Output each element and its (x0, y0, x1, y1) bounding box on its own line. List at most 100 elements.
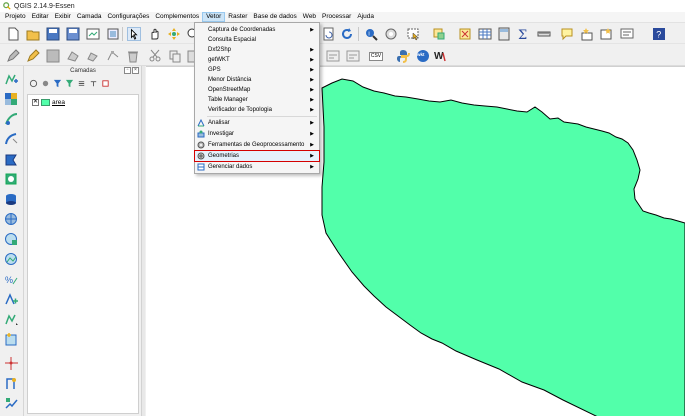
menu-base-de-dados[interactable]: Base de dados (250, 12, 299, 22)
menu-item-table-manager[interactable]: Table Manager ▶ (195, 95, 319, 105)
open-project-icon[interactable] (26, 27, 40, 41)
select-features-icon[interactable] (406, 27, 420, 41)
menu-vetor[interactable]: Vetor (202, 12, 226, 22)
select-pointer-icon[interactable] (127, 27, 141, 41)
menu-item-getwkt[interactable]: getWKT ▶ (195, 55, 319, 65)
menu-camada[interactable]: Camada (74, 12, 105, 22)
menu-item-openstreetmap[interactable]: OpenStreetMap ▶ (195, 85, 319, 95)
identify-features-icon[interactable]: i (364, 27, 378, 41)
python-console-icon[interactable] (396, 49, 410, 63)
menu-item-consulta-espacial[interactable]: Consulta Espacial (195, 35, 319, 45)
add-raster-layer-icon[interactable] (4, 92, 19, 107)
menu-item-captura-coordenadas[interactable]: Captura de Coordenadas ▶ (195, 25, 319, 35)
field-calculator-icon[interactable] (497, 27, 511, 41)
menu-exibir[interactable]: Exibir (52, 12, 74, 22)
save-project-icon[interactable] (46, 27, 60, 41)
statistical-summary-icon[interactable]: Σ (516, 27, 530, 41)
show-bookmarks-icon[interactable] (599, 27, 613, 41)
save-as-icon[interactable] (66, 27, 80, 41)
layer-row[interactable]: ✕ area (32, 98, 65, 107)
new-bookmark-icon[interactable] (580, 27, 594, 41)
save-edits-icon[interactable] (46, 49, 60, 63)
menu-editar[interactable]: Editar (29, 12, 52, 22)
refresh-page-icon[interactable] (322, 27, 336, 41)
menu-item-gerenciar-dados[interactable]: Gerenciar dados ▶ (195, 162, 319, 172)
toggle-editing-icon[interactable] (26, 49, 40, 63)
node-tool-icon[interactable] (106, 49, 120, 63)
help-icon[interactable]: ? (652, 27, 666, 41)
current-edits-icon[interactable] (6, 49, 20, 63)
main-toolbar: i Σ ? (0, 24, 685, 44)
float-panel-icon[interactable]: ▫ (124, 67, 131, 74)
text-annotation-icon[interactable] (620, 27, 634, 41)
menu-projeto[interactable]: Projeto (2, 12, 29, 22)
menu-complementos[interactable]: Complementos (152, 12, 202, 22)
expand-all-icon[interactable] (77, 79, 86, 88)
menu-ajuda[interactable]: Ajuda (354, 12, 377, 22)
menu-item-menor-distancia[interactable]: Menor Distância ▶ (195, 75, 319, 85)
menu-configuracoes[interactable]: Configurações (104, 12, 152, 22)
menu-item-label: Ferramentas de Geoprocessamento (208, 142, 305, 148)
menu-item-ferramentas-geoprocessamento[interactable]: Ferramentas de Geoprocessamento ▶ (195, 140, 319, 150)
add-spatialite-layer-icon[interactable] (4, 112, 19, 127)
add-gps-data-icon[interactable] (4, 396, 19, 411)
add-group-icon[interactable] (41, 79, 50, 88)
submenu-arrow-icon: ▶ (310, 153, 314, 159)
panel-splitter[interactable] (141, 66, 145, 416)
add-virtual-layer-icon[interactable] (4, 292, 19, 307)
measure-line-icon[interactable] (537, 27, 551, 41)
add-postgis-layer-icon[interactable] (4, 132, 19, 147)
attribute-table-icon[interactable] (478, 27, 492, 41)
add-feature-icon[interactable] (66, 49, 80, 63)
remove-layer-icon[interactable] (101, 79, 110, 88)
getwkt-icon[interactable]: wkt (416, 49, 430, 63)
menu-item-investigar[interactable]: Investigar ▶ (195, 129, 319, 139)
print-composer-icon[interactable] (86, 27, 100, 41)
menu-web[interactable]: Web (300, 12, 319, 22)
copy-features-icon[interactable] (168, 49, 182, 63)
move-feature-icon[interactable] (86, 49, 100, 63)
delete-selected-icon[interactable] (126, 49, 140, 63)
menu-raster[interactable]: Raster (225, 12, 250, 22)
select-by-expression-icon[interactable] (432, 27, 446, 41)
menu-item-gps[interactable]: GPS ▶ (195, 65, 319, 75)
pan-to-selection-icon[interactable] (167, 27, 181, 41)
pan-hand-icon[interactable] (148, 27, 162, 41)
add-oracle-layer-icon[interactable] (4, 172, 19, 187)
filter-legend-icon[interactable] (53, 79, 62, 88)
map-tips-icon[interactable] (560, 27, 574, 41)
composer-manager-icon[interactable] (106, 27, 120, 41)
run-feature-action-icon[interactable] (384, 27, 398, 41)
menu-item-verificador-topologia[interactable]: Verificador de Topologia ▶ (195, 105, 319, 115)
expression-filter-icon[interactable] (65, 79, 74, 88)
add-csv-layer-icon[interactable]: CSV (368, 49, 384, 63)
collapse-all-icon[interactable] (89, 79, 98, 88)
add-delimited-text-icon[interactable]: % (4, 272, 19, 287)
quickwkt-icon[interactable]: W (434, 49, 448, 63)
layer-styling-icon[interactable] (29, 79, 38, 88)
add-wfs-layer-icon[interactable] (4, 252, 19, 267)
menu-item-analisar[interactable]: Analisar ▶ (195, 118, 319, 128)
new-shapefile-layer-icon[interactable] (4, 312, 19, 327)
refresh-icon[interactable] (340, 27, 354, 41)
layers-panel-toolbar (25, 76, 141, 90)
new-project-icon[interactable] (6, 27, 20, 41)
new-spatialite-layer-icon[interactable] (4, 332, 19, 347)
add-db2-layer-icon[interactable] (4, 192, 19, 207)
cut-features-icon[interactable] (148, 49, 162, 63)
layer-visibility-checkbox[interactable]: ✕ (32, 99, 39, 106)
layer-name[interactable]: area (52, 99, 65, 106)
add-vector-layer-icon[interactable] (4, 72, 19, 87)
add-delimited-point-icon[interactable] (4, 356, 19, 371)
menu-processar[interactable]: Processar (319, 12, 354, 22)
add-mssql-layer-icon[interactable] (4, 152, 19, 167)
menu-item-geometrias[interactable]: Geometrias ▶ (194, 150, 320, 162)
add-wcs-layer-icon[interactable] (4, 232, 19, 247)
close-panel-icon[interactable]: × (132, 67, 139, 74)
menu-item-dxf2shp[interactable]: Dxf2Shp ▶ (195, 45, 319, 55)
deselect-features-icon[interactable] (458, 27, 472, 41)
add-wms-layer-icon[interactable] (4, 212, 19, 227)
label-tool-icon[interactable] (326, 49, 340, 63)
label-pin-icon[interactable] (346, 49, 360, 63)
add-geometry-icon[interactable] (4, 376, 19, 391)
